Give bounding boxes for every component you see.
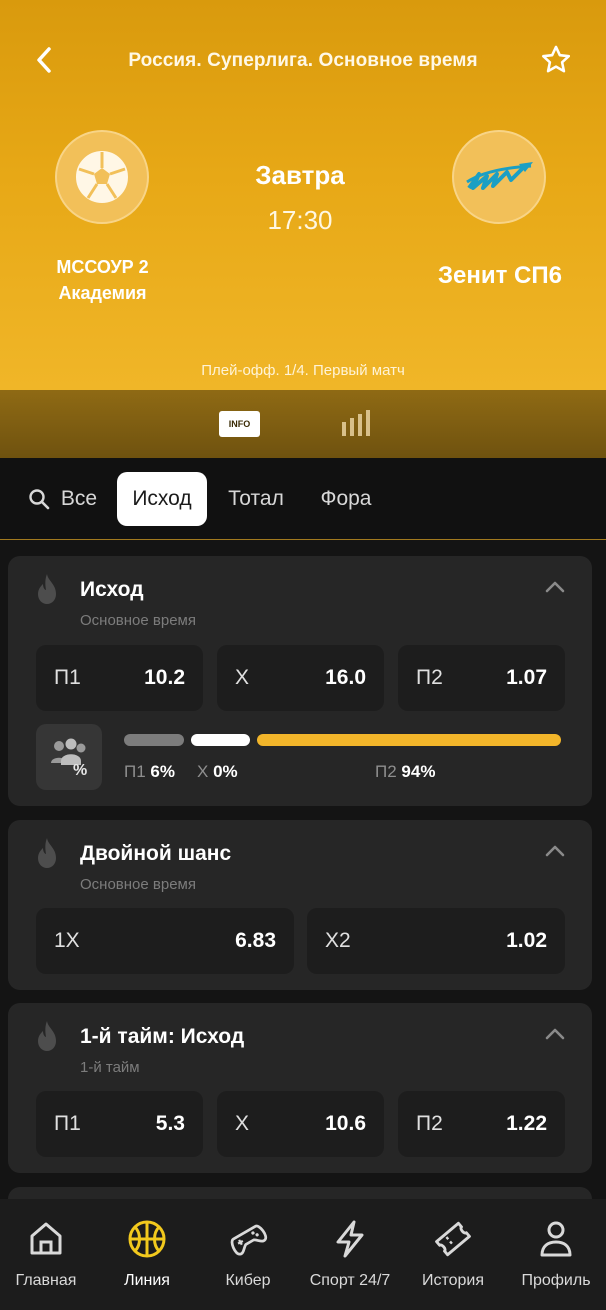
- user-icon: [540, 1221, 572, 1257]
- percent-label-p2: П2 94%: [375, 762, 435, 782]
- match-time: 17:30: [267, 205, 333, 235]
- fire-icon: [38, 574, 56, 604]
- stats-icon[interactable]: [340, 408, 374, 438]
- odd-label: П2: [416, 1112, 443, 1135]
- percent-label-p2-name: П2: [375, 762, 397, 781]
- market-title: Исход: [80, 578, 144, 601]
- odd-value: 10.6: [325, 1112, 366, 1135]
- tab-total[interactable]: Тотал: [220, 472, 292, 526]
- search-icon: [29, 489, 50, 510]
- odd-label: П1: [54, 1112, 81, 1135]
- odd-button[interactable]: П2 1.07: [398, 645, 565, 711]
- nav-item-sport-247[interactable]: Спорт 24/7: [300, 1199, 400, 1310]
- odd-value: 1.22: [506, 1112, 547, 1135]
- svg-text:%: %: [73, 762, 87, 777]
- bottom-navigation: Главная Линия Кибер Спорт 24/7 История П…: [0, 1199, 606, 1310]
- gamepad-icon: [230, 1224, 268, 1256]
- odd-label: П1: [54, 666, 81, 689]
- home-team-logo: [55, 130, 149, 224]
- odd-value: 6.83: [235, 929, 276, 952]
- odd-button[interactable]: 1Х 6.83: [36, 908, 294, 974]
- percent-bar-x: [191, 734, 250, 746]
- favorite-button[interactable]: [536, 40, 576, 80]
- chevron-up-icon[interactable]: [544, 844, 566, 858]
- away-team-name: Зенит СП6: [438, 262, 562, 289]
- odd-label: Х2: [325, 929, 351, 952]
- odd-button[interactable]: Х 16.0: [217, 645, 384, 711]
- odd-label: П2: [416, 666, 443, 689]
- nav-item-cyber[interactable]: Кибер: [198, 1199, 298, 1310]
- percent-bar-p2: [257, 734, 561, 746]
- odd-value: 1.02: [506, 929, 547, 952]
- market-tabs: Все Исход Тотал Фора: [0, 458, 606, 540]
- market-title: Двойной шанс: [80, 842, 232, 865]
- chevron-up-icon[interactable]: [544, 1027, 566, 1041]
- nav-label: Линия: [124, 1272, 170, 1289]
- market-card-double-chance: Двойной шанс Основное время 1Х 6.83 Х2 1…: [8, 820, 592, 990]
- ball-icon: [74, 149, 130, 205]
- chevron-up-icon[interactable]: [544, 580, 566, 594]
- tab-outcome[interactable]: Исход: [117, 472, 207, 526]
- nav-item-profile[interactable]: Профиль: [506, 1199, 606, 1310]
- odd-button[interactable]: П2 1.22: [398, 1091, 565, 1157]
- odd-button[interactable]: Х2 1.02: [307, 908, 565, 974]
- match-header: Россия. Суперлига. Основное время МССОУР…: [0, 0, 606, 390]
- league-title: Россия. Суперлига. Основное время: [128, 50, 478, 71]
- market-card-first-half-outcome: 1-й тайм: Исход 1-й тайм П1 5.3 Х 10.6 П…: [8, 1003, 592, 1173]
- star-icon: [541, 45, 571, 73]
- odd-button[interactable]: Х 10.6: [217, 1091, 384, 1157]
- info-strip: INFO: [0, 390, 606, 458]
- percent-label-x-name: Х: [197, 762, 209, 781]
- tab-all[interactable]: Все: [22, 472, 102, 526]
- nav-label: История: [421, 1272, 485, 1289]
- bettors-percent-icon: %: [36, 724, 102, 790]
- odd-button[interactable]: П1 5.3: [36, 1091, 203, 1157]
- market-subtitle: Основное время: [80, 612, 196, 629]
- tab-all-label: Все: [60, 487, 98, 510]
- percent-bar-p1: [124, 734, 184, 746]
- nav-label: Главная: [15, 1272, 77, 1289]
- odd-label: Х: [235, 1112, 250, 1135]
- nav-item-line[interactable]: Линия: [97, 1199, 197, 1310]
- match-day: Завтра: [255, 160, 345, 190]
- odd-label: 1Х: [54, 929, 80, 952]
- odd-value: 16.0: [325, 666, 366, 689]
- nav-item-home[interactable]: Главная: [0, 1199, 96, 1310]
- home-team-name: МССОУР 2 Академия: [56, 257, 149, 303]
- odd-value: 5.3: [155, 1112, 185, 1135]
- fire-icon: [38, 1021, 56, 1051]
- odd-value: 10.2: [144, 666, 185, 689]
- percent-x-value: 0%: [213, 762, 238, 781]
- nav-label: Кибер: [225, 1272, 271, 1289]
- home-icon: [30, 1222, 62, 1255]
- top-bar: Россия. Суперлига. Основное время: [0, 30, 606, 90]
- tab-handicap[interactable]: Фора: [310, 472, 382, 526]
- percent-label-x: Х 0%: [197, 762, 238, 782]
- zenit-logo-icon: [466, 162, 533, 190]
- market-subtitle: 1-й тайм: [80, 1059, 140, 1076]
- info-button[interactable]: INFO: [219, 411, 260, 437]
- nav-item-history[interactable]: История: [403, 1199, 503, 1310]
- lightning-icon: [336, 1220, 364, 1258]
- odd-button[interactable]: П1 10.2: [36, 645, 203, 711]
- basketball-icon: [128, 1220, 166, 1258]
- ticket-icon: [435, 1221, 471, 1257]
- away-team-logo: [452, 130, 546, 224]
- market-subtitle: Основное время: [80, 876, 196, 893]
- odd-label: Х: [235, 666, 250, 689]
- percent-p1-value: 6%: [150, 762, 175, 781]
- market-card-outcome: Исход Основное время П1 10.2 Х 16.0 П2 1…: [8, 556, 592, 806]
- fire-icon: [38, 838, 56, 868]
- percent-label-p1: П1 6%: [124, 762, 175, 782]
- market-title: 1-й тайм: Исход: [80, 1025, 245, 1048]
- odd-value: 1.07: [506, 666, 547, 689]
- percent-label-p1-name: П1: [124, 762, 146, 781]
- nav-label: Профиль: [521, 1272, 591, 1289]
- nav-label: Спорт 24/7: [309, 1272, 391, 1289]
- tournament-stage: Плей-офф. 1/4. Первый матч: [201, 362, 405, 379]
- percent-p2-value: 94%: [401, 762, 436, 781]
